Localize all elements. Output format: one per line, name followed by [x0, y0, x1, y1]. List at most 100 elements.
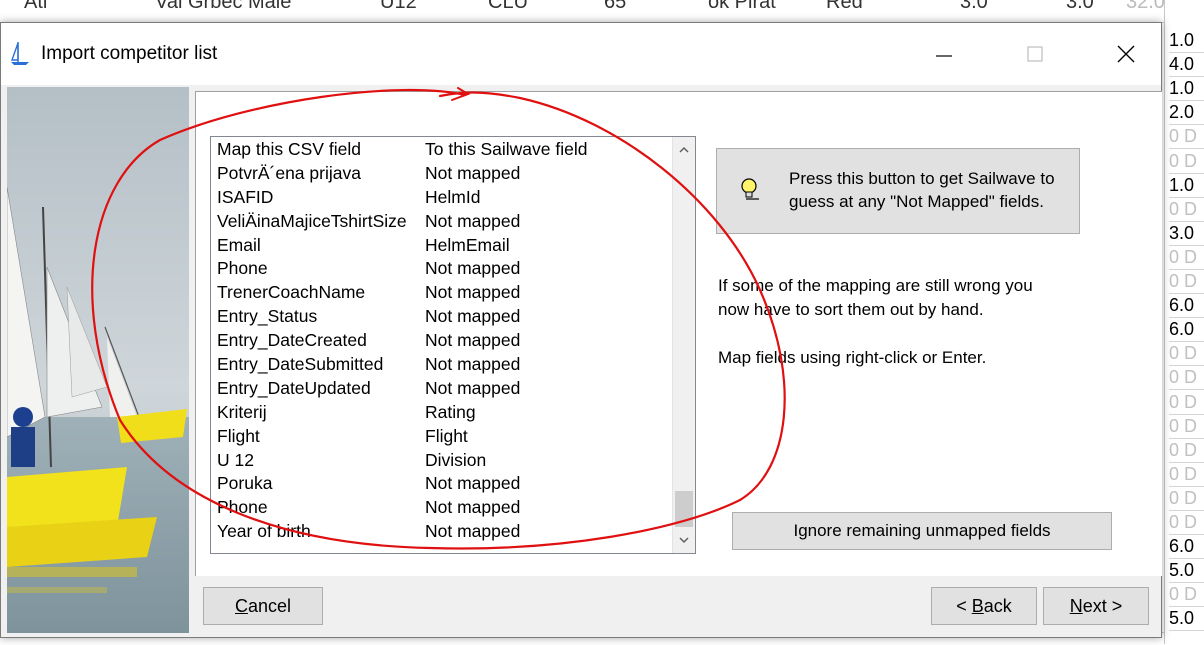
instruction-line-2: now have to sort them out by hand.	[718, 300, 984, 319]
mapping-row[interactable]: Flight Flight	[211, 424, 669, 448]
title-bar[interactable]: Import competitor list	[1, 23, 1161, 85]
csv-field-name: Year of birth	[217, 521, 311, 542]
mapping-row[interactable]: VeliÄinaMajiceTshirtSize Not mapped	[211, 209, 669, 233]
mapping-row[interactable]: Kriterij Rating	[211, 400, 669, 424]
sailwave-field-name: Not mapped	[425, 330, 521, 351]
bg-right-cell: 6.0	[1169, 317, 1204, 343]
mapping-row[interactable]: Entry_DateSubmitted Not mapped	[211, 352, 669, 376]
bg-right-cell: 3.0	[1169, 221, 1204, 246]
bg-right-cell: 1.0	[1169, 28, 1204, 53]
background-spreadsheet-top-row: Atl Val Grbec Male U12 CLU 65 ok Pirat R…	[0, 0, 1204, 23]
bg-right-cell: 5.0	[1169, 558, 1204, 584]
scroll-down-button[interactable]	[673, 529, 695, 551]
sailwave-field-name: Not mapped	[425, 258, 521, 279]
sailwave-field-name: Not mapped	[425, 282, 521, 303]
mapping-list-header: Map this CSV field To this Sailwave fiel…	[211, 137, 669, 161]
mapping-row[interactable]: Entry_DateCreated Not mapped	[211, 328, 669, 352]
bg-right-cell: 0 D	[1169, 414, 1204, 439]
bg-cell: U12	[380, 0, 417, 13]
window-title: Import competitor list	[41, 43, 218, 64]
sailwave-field-name: Division	[425, 449, 487, 470]
bg-right-cell: 0 D	[1169, 390, 1204, 415]
bg-cell: CLU	[488, 0, 529, 13]
csv-field-name: TrenerCoachName	[217, 282, 366, 303]
bg-right-cell: 0 D	[1169, 269, 1204, 294]
sailwave-field-name: Rating	[425, 401, 476, 422]
mapping-row[interactable]: ISAFID HelmId	[211, 185, 669, 209]
bg-right-cell: 4.0	[1169, 52, 1204, 78]
bg-cell: Red	[826, 0, 863, 13]
sailwave-boat-icon	[11, 42, 29, 65]
mapping-row[interactable]: Poruka Not mapped	[211, 471, 669, 495]
bg-right-cell: 0 D	[1169, 582, 1204, 608]
bg-right-cell: 1.0	[1169, 76, 1204, 102]
mapping-row[interactable]: Phone Not mapped	[211, 495, 669, 519]
csv-field-name: Entry_DateUpdated	[217, 377, 371, 398]
csv-field-name: VeliÄinaMajiceTshirtSize	[217, 210, 407, 231]
lightbulb-icon	[741, 178, 759, 200]
sailwave-field-name: Not mapped	[425, 306, 521, 327]
csv-field-name: Phone	[217, 258, 268, 279]
scroll-up-button[interactable]	[673, 139, 695, 161]
bg-cell: 65	[604, 0, 627, 13]
instruction-line-1: If some of the mapping are still wrong y…	[718, 276, 1033, 295]
bg-right-cell: 1.0	[1169, 173, 1204, 198]
maximize-button[interactable]	[1012, 35, 1058, 73]
csv-field-name: PotvrÄ´ena prijava	[217, 162, 361, 183]
csv-field-name: U 12	[217, 449, 254, 470]
maximize-icon	[1027, 46, 1043, 62]
guess-mapping-button[interactable]: Press this button to get Sailwave to gue…	[716, 148, 1080, 234]
sailwave-field-name: Flight	[425, 425, 468, 446]
bg-right-cell: 6.0	[1169, 534, 1204, 560]
mapping-rows: Map this CSV field To this Sailwave fiel…	[211, 137, 669, 553]
dialog-body: Map this CSV field To this Sailwave fiel…	[1, 85, 1162, 637]
bg-right-cell: 0 D	[1169, 510, 1204, 535]
csv-field-name: ISAFID	[217, 186, 274, 207]
bg-right-cell: 0 D	[1169, 365, 1204, 391]
mapping-row[interactable]: Email HelmEmail	[211, 233, 669, 257]
list-vertical-scrollbar[interactable]	[672, 137, 695, 553]
background-spreadsheet-right-column: 1.0 4.0 1.0 2.0 0 D0 D 1.0 0 D 3.0 0 D0 D 6.0 6.0 0…	[1164, 0, 1204, 644]
chevron-up-icon	[679, 146, 689, 153]
close-button[interactable]	[1103, 35, 1149, 73]
sailwave-field-name: Not mapped	[425, 473, 521, 494]
mapping-row[interactable]: Phone Not mapped	[211, 256, 669, 280]
ignore-unmapped-button[interactable]: Ignore remaining unmapped fields	[732, 512, 1112, 550]
bg-cell: ok Pirat	[708, 0, 776, 13]
bg-cell: 3.0	[1066, 0, 1094, 13]
cancel-label: ancel	[247, 595, 292, 616]
import-competitor-dialog: Import competitor list Map this CSV fiel…	[0, 22, 1162, 638]
minimize-button[interactable]	[921, 35, 967, 73]
mapping-row[interactable]: PotvrÄ´ena prijava Not mapped	[211, 161, 669, 185]
next-button[interactable]: Next >	[1043, 587, 1149, 625]
ignore-button-label: Ignore remaining unmapped fields	[793, 521, 1051, 540]
mapping-row[interactable]: Year of birth Not mapped	[211, 519, 669, 543]
mapping-row[interactable]: U 12 Division	[211, 448, 669, 472]
back-mnemonic: B	[971, 595, 984, 616]
bg-right-cell: 0 D	[1169, 197, 1204, 222]
bg-right-cell: 0 D	[1169, 245, 1204, 270]
next-label: ext >	[1082, 595, 1123, 616]
bg-cell: Atl	[24, 0, 48, 13]
bg-right-cell: 5.0	[1169, 606, 1204, 632]
scrollbar-thumb[interactable]	[675, 491, 693, 527]
mapping-row[interactable]: TrenerCoachName Not mapped	[211, 280, 669, 304]
minimize-icon	[936, 55, 952, 57]
csv-field-name: Email	[217, 234, 261, 255]
csv-field-name: Phone	[217, 497, 268, 518]
csv-field-name: Poruka	[217, 473, 273, 494]
back-button[interactable]: < Back	[931, 587, 1037, 625]
sailwave-field-name: Not mapped	[425, 521, 521, 542]
cancel-button[interactable]: Cancel	[203, 587, 323, 625]
bg-right-cell: 0 D	[1169, 124, 1204, 150]
sailwave-field-name: HelmEmail	[425, 234, 510, 255]
field-mapping-list[interactable]: Map this CSV field To this Sailwave fiel…	[210, 136, 696, 554]
csv-field-name: Entry_DateSubmitted	[217, 354, 384, 375]
mapping-row[interactable]: Entry_DateUpdated Not mapped	[211, 376, 669, 400]
csv-field-name: Entry_Status	[217, 306, 318, 327]
bg-right-cell: 0 D	[1169, 438, 1204, 463]
bg-cell: Val Grbec Male	[155, 0, 292, 13]
csv-field-name: Kriterij	[217, 401, 267, 422]
mapping-row[interactable]: Entry_Status Not mapped	[211, 304, 669, 328]
instruction-line-3: Map fields using right-click or Enter.	[718, 348, 987, 367]
